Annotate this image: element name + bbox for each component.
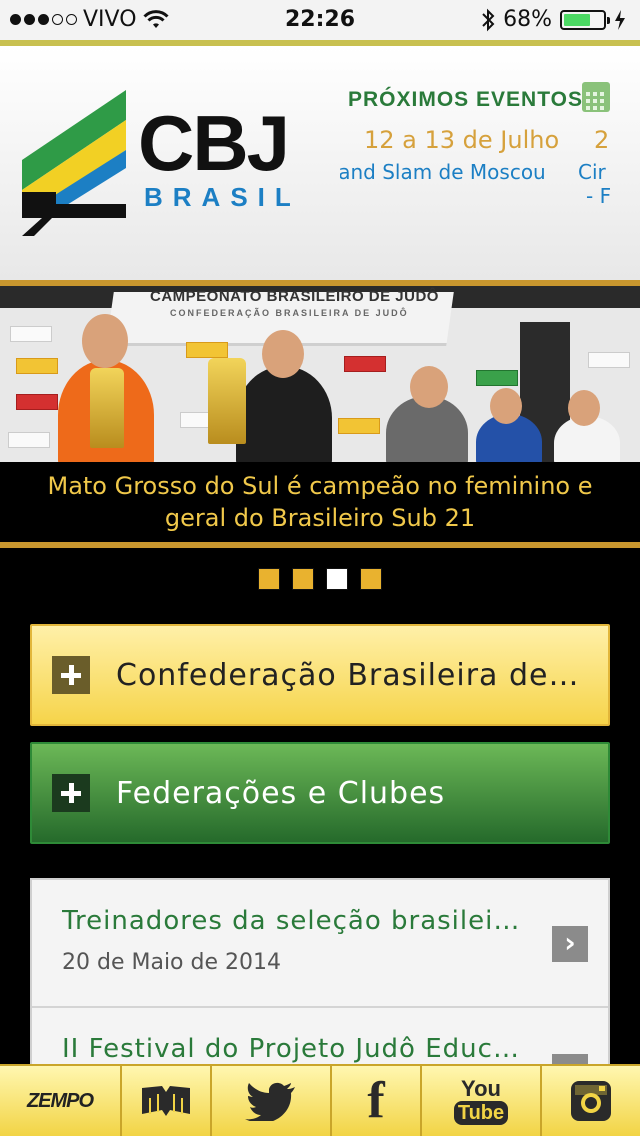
youtube-you-text: You [461, 1076, 501, 1101]
plus-icon [52, 774, 90, 812]
battery-percent: 68% [503, 7, 552, 32]
status-right: 68% [481, 7, 626, 32]
tab-youtube[interactable]: You Tube [422, 1066, 542, 1136]
calendar-icon [582, 82, 610, 112]
trophy [90, 368, 124, 448]
accordion-confederacao[interactable]: Confederação Brasileira de Judô [30, 624, 610, 726]
event-name: rand Slam de Moscou [340, 160, 546, 184]
list-item[interactable]: Treinadores da seleção brasileira de jud… [32, 880, 608, 1008]
slider-pagination[interactable] [0, 568, 640, 592]
pagination-dot[interactable] [292, 568, 314, 590]
athlete-head [262, 330, 304, 378]
twitter-icon [245, 1082, 295, 1121]
book-icon [142, 1086, 190, 1116]
sponsor-logo [338, 418, 380, 434]
list-item[interactable]: II Festival do Projeto Judô Educação › [32, 1008, 608, 1066]
tab-twitter[interactable] [212, 1066, 332, 1136]
next-event-name: Cir [578, 160, 606, 184]
trophy [208, 358, 246, 444]
chevron-right-icon[interactable]: › [552, 926, 588, 962]
pagination-dot[interactable] [258, 568, 280, 590]
upcoming-events[interactable]: PRÓXIMOS EVENTOS 12 a 13 de Julho 2 rand… [340, 78, 640, 208]
pagination-dot[interactable] [326, 568, 348, 590]
plus-icon [52, 656, 90, 694]
sponsor-logo [16, 394, 58, 410]
bluetooth-icon [482, 8, 495, 31]
slide-caption[interactable]: Mato Grosso do Sul é campeão no feminino… [0, 462, 640, 548]
accordion-label: Confederação Brasileira de Judô [116, 657, 586, 693]
youtube-icon: You Tube [453, 1076, 509, 1125]
app-header: CBJ BRASIL PRÓXIMOS EVENTOS 12 a 13 de J… [0, 40, 640, 286]
tab-book[interactable] [122, 1066, 212, 1136]
charging-icon [615, 9, 625, 30]
banner-title: CAMPEONATO BRASILEIRO DE JUDÔ [150, 288, 439, 305]
athlete-head [568, 390, 600, 426]
athlete-head [410, 366, 448, 408]
news-title: Treinadores da seleção brasileira de jud… [62, 906, 524, 936]
next-event-name-cont: - F [586, 184, 612, 208]
sponsor-logo [344, 356, 386, 372]
news-date: 20 de Maio de 2014 [62, 950, 281, 975]
facebook-icon: f [367, 1072, 385, 1129]
event-date: 12 a 13 de Julho [364, 126, 560, 154]
news-title: II Festival do Projeto Judô Educação [62, 1034, 524, 1064]
tab-instagram[interactable] [542, 1066, 640, 1136]
news-slider[interactable]: CAMPEONATO BRASILEIRO DE JUDÔ CONFEDERAÇ… [0, 286, 640, 462]
logo-cbj-text: CBJ [138, 99, 290, 187]
banner-subtitle: CONFEDERAÇÃO BRASILEIRA DE JUDÔ [170, 308, 409, 318]
accordion-label: Federações e Clubes [116, 775, 446, 811]
battery-icon [560, 9, 610, 30]
athlete-figure [236, 366, 332, 462]
tab-zempo[interactable]: ZEMPO [0, 1066, 122, 1136]
sponsor-logo [186, 342, 228, 358]
sponsor-logo [10, 326, 52, 342]
accordion-federacoes[interactable]: Federações e Clubes [30, 742, 610, 844]
events-title: PRÓXIMOS EVENTOS [348, 88, 583, 111]
athlete-head [490, 388, 522, 424]
instagram-icon [571, 1081, 611, 1121]
tab-facebook[interactable]: f [332, 1066, 422, 1136]
athlete-head [82, 314, 128, 368]
youtube-tube-text: Tube [453, 1101, 509, 1125]
logo-brasil-text: BRASIL [144, 182, 301, 212]
next-event-date: 2 [594, 126, 610, 154]
cbj-logo-icon[interactable] [22, 90, 130, 236]
status-bar: VIVO 22:26 68% [0, 0, 640, 40]
logo-wordmark[interactable]: CBJ BRASIL [138, 99, 301, 213]
sponsor-logo [8, 432, 50, 448]
news-list[interactable]: Treinadores da seleção brasileira de jud… [30, 878, 610, 1068]
sponsor-logo [588, 352, 630, 368]
sponsor-logo [476, 370, 518, 386]
pagination-dot[interactable] [360, 568, 382, 590]
bottom-tab-bar: ZEMPO f You Tube [0, 1064, 640, 1136]
zempo-icon: ZEMPO [26, 1089, 94, 1112]
sponsor-logo [16, 358, 58, 374]
